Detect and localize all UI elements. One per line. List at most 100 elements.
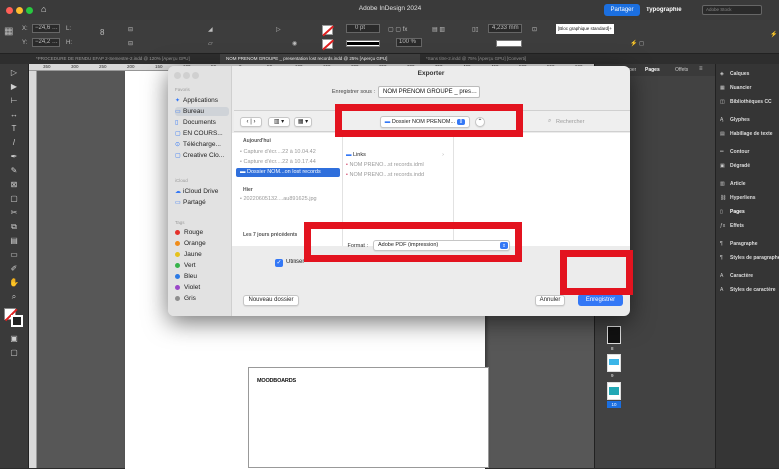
quick-apply-icon[interactable]: ⚡ ◻ — [630, 40, 644, 47]
reference-point-icon[interactable]: ▦ — [4, 26, 13, 37]
panel-item[interactable]: ◈ Calques — [720, 68, 779, 80]
tag-item[interactable]: Orange — [175, 239, 229, 248]
panel-item[interactable]: A Styles de caractère — [720, 284, 779, 296]
opacity-input[interactable]: 100 % — [396, 38, 422, 47]
fill-swatch[interactable] — [322, 25, 334, 36]
file-item[interactable]: ▪ 20220605132....au891625.jpg — [240, 196, 340, 202]
pen-tool-icon[interactable]: ✒ — [9, 152, 19, 162]
offsets-tab[interactable]: Offets — [675, 67, 688, 73]
column-icon[interactable]: ▯▯ — [472, 26, 479, 33]
tag-item[interactable]: Vert — [175, 261, 229, 270]
panel-item[interactable]: ═ Contour — [720, 146, 779, 158]
cancel-button[interactable]: Annuler — [535, 295, 565, 306]
close-window-button[interactable] — [6, 7, 13, 14]
sidebar-item[interactable]: ⊙ Télécharge... — [175, 140, 229, 149]
sidebar-item[interactable]: ▭ Partagé — [175, 198, 229, 207]
stock-search-input[interactable]: Adobe Stock — [702, 5, 762, 15]
select-container-icon[interactable]: ◉ — [292, 40, 297, 47]
hand-tool-icon[interactable]: ✋ — [9, 278, 19, 288]
apply-color-icon[interactable]: ▣ — [9, 334, 19, 344]
zoom-tool-icon[interactable]: ⌕ — [9, 292, 19, 302]
stroke-color-icon[interactable] — [11, 315, 23, 327]
document-tab-active[interactable]: NOM PRENOM GROUPE _ presentation lost re… — [220, 54, 420, 64]
constrain-proportions-icon[interactable]: 8 — [100, 28, 104, 37]
panel-item[interactable]: ◫ Bibliothèques CC — [720, 96, 779, 108]
tag-item[interactable]: Jaune — [175, 250, 229, 259]
page-thumbnail[interactable] — [607, 382, 621, 400]
new-folder-button[interactable]: Nouveau dossier — [243, 295, 299, 306]
panel-item[interactable]: A Caractère — [720, 270, 779, 282]
fitting-frame-icon[interactable]: ▢ ▢ fx — [388, 26, 407, 33]
flip-icon[interactable]: ▷ — [276, 26, 281, 33]
panel-item[interactable]: ⛓ Hyperliens — [720, 192, 779, 204]
sidebar-item[interactable]: ☁ iCloud Drive — [175, 187, 229, 196]
panel-item[interactable]: Ą Glyphes — [720, 114, 779, 126]
align-icon[interactable]: ▤ ▥ — [432, 26, 445, 33]
home-icon[interactable]: ⌂ — [41, 4, 51, 14]
panel-item[interactable]: ▣ Dégradé — [720, 160, 779, 172]
object-style-dropdown[interactable]: [Bloc graphique standard]+ — [556, 24, 614, 34]
share-button[interactable]: Partager — [604, 4, 640, 16]
pages-tab[interactable]: Pages — [645, 67, 660, 73]
rotate-angle-icon[interactable]: ◢ — [208, 26, 213, 33]
sidebar-item[interactable]: ▭ Bureau — [175, 107, 229, 116]
file-item[interactable]: ▪ NOM PRENO...st records.indd — [346, 172, 450, 178]
file-item[interactable]: ▪ Capture d'écr....22 à 10.17.44 — [236, 158, 340, 167]
panel-item[interactable]: ¶ Styles de paragraphe — [720, 252, 779, 264]
stroke-swatch[interactable] — [322, 39, 334, 50]
file-item[interactable]: ▬ Links › — [346, 152, 450, 158]
workspace-selector[interactable]: Typographie — [646, 7, 698, 13]
save-as-input[interactable]: NOM PRENOM GROUPE _ presenta — [378, 86, 480, 98]
y-position-input[interactable]: −24,2 mm — [32, 38, 60, 47]
screen-mode-icon[interactable]: ▢ — [9, 348, 19, 358]
note-tool-icon[interactable]: ▭ — [9, 250, 19, 260]
eyedropper-tool-icon[interactable]: ✐ — [9, 264, 19, 274]
save-button[interactable]: Enregistrer — [578, 294, 623, 306]
page-number-selected[interactable]: 10 — [607, 401, 621, 408]
text-wrap-selector[interactable] — [496, 40, 522, 47]
scissors-tool-icon[interactable]: ✂ — [9, 208, 19, 218]
x-position-input[interactable]: −24,6 mm — [32, 24, 60, 33]
tag-item[interactable]: Rouge — [175, 228, 229, 237]
minimize-window-button[interactable] — [16, 7, 23, 14]
panel-item[interactable]: ƒx Effets — [720, 220, 779, 232]
panel-item[interactable]: ▥ Article — [720, 178, 779, 190]
file-item[interactable]: ▬ Dossier NOM...on lost records — [236, 168, 340, 177]
document-tab[interactable]: *Sans titre-2.indd @ 75% [Aperçu GPU] [C… — [420, 54, 600, 64]
shear-angle-icon[interactable]: ▱ — [208, 40, 213, 47]
group-button[interactable]: ▦ ▾ — [294, 117, 312, 127]
gutter-size-input[interactable]: 4,233 mm — [488, 24, 522, 33]
sidebar-item[interactable]: ✦ Applications — [175, 96, 229, 105]
document-tab[interactable]: *PROCEDURE DE RENDU EFAP 2-Semestre-2.in… — [30, 54, 220, 64]
dialog-minimize-button[interactable] — [183, 72, 190, 79]
rectangle-frame-tool-icon[interactable]: ⊠ — [9, 180, 19, 190]
pencil-tool-icon[interactable]: ✎ — [9, 166, 19, 176]
sidebar-item[interactable]: ▢ EN COURS... — [175, 129, 229, 138]
search-input[interactable]: Rechercher — [556, 119, 616, 125]
rectangle-tool-icon[interactable]: ▢ — [9, 194, 19, 204]
stroke-weight-input[interactable]: 0 pt — [346, 24, 380, 33]
line-tool-icon[interactable]: / — [9, 138, 19, 148]
direct-selection-tool-icon[interactable]: ▶ — [9, 82, 19, 92]
tag-item[interactable]: Violet — [175, 283, 229, 292]
gap-tool-icon[interactable]: ↔ — [9, 110, 19, 120]
type-tool-icon[interactable]: T — [9, 124, 19, 134]
stroke-type-selector[interactable] — [346, 40, 380, 47]
document-page-lower[interactable]: MOODBOARDS — [248, 367, 489, 468]
file-item[interactable]: ▪ Capture d'écr....22 à 10.04.42 — [236, 148, 340, 157]
tag-item[interactable]: Gris — [175, 294, 229, 303]
dialog-close-button[interactable] — [174, 72, 181, 79]
free-transform-tool-icon[interactable]: ⧉ — [9, 222, 19, 232]
lightning-icon[interactable]: ⚡ — [770, 31, 777, 38]
panel-item[interactable]: ▯ Pages — [720, 206, 779, 218]
panel-menu-icon[interactable]: ≡ — [699, 66, 703, 72]
view-mode-button[interactable]: ▥ ▾ — [268, 117, 290, 127]
panel-item[interactable]: ¶ Paragraphe — [720, 238, 779, 250]
panel-item[interactable]: ▤ Habillage de texte — [720, 128, 779, 140]
panel-item[interactable]: ▦ Nuancier — [720, 82, 779, 94]
gradient-tool-icon[interactable]: ▤ — [9, 236, 19, 246]
tag-item[interactable]: Bleu — [175, 272, 229, 281]
sidebar-item[interactable]: ▯ Documents — [175, 118, 229, 127]
page-thumbnail[interactable] — [607, 326, 621, 344]
back-forward-buttons[interactable]: ‹ | › — [240, 117, 262, 127]
